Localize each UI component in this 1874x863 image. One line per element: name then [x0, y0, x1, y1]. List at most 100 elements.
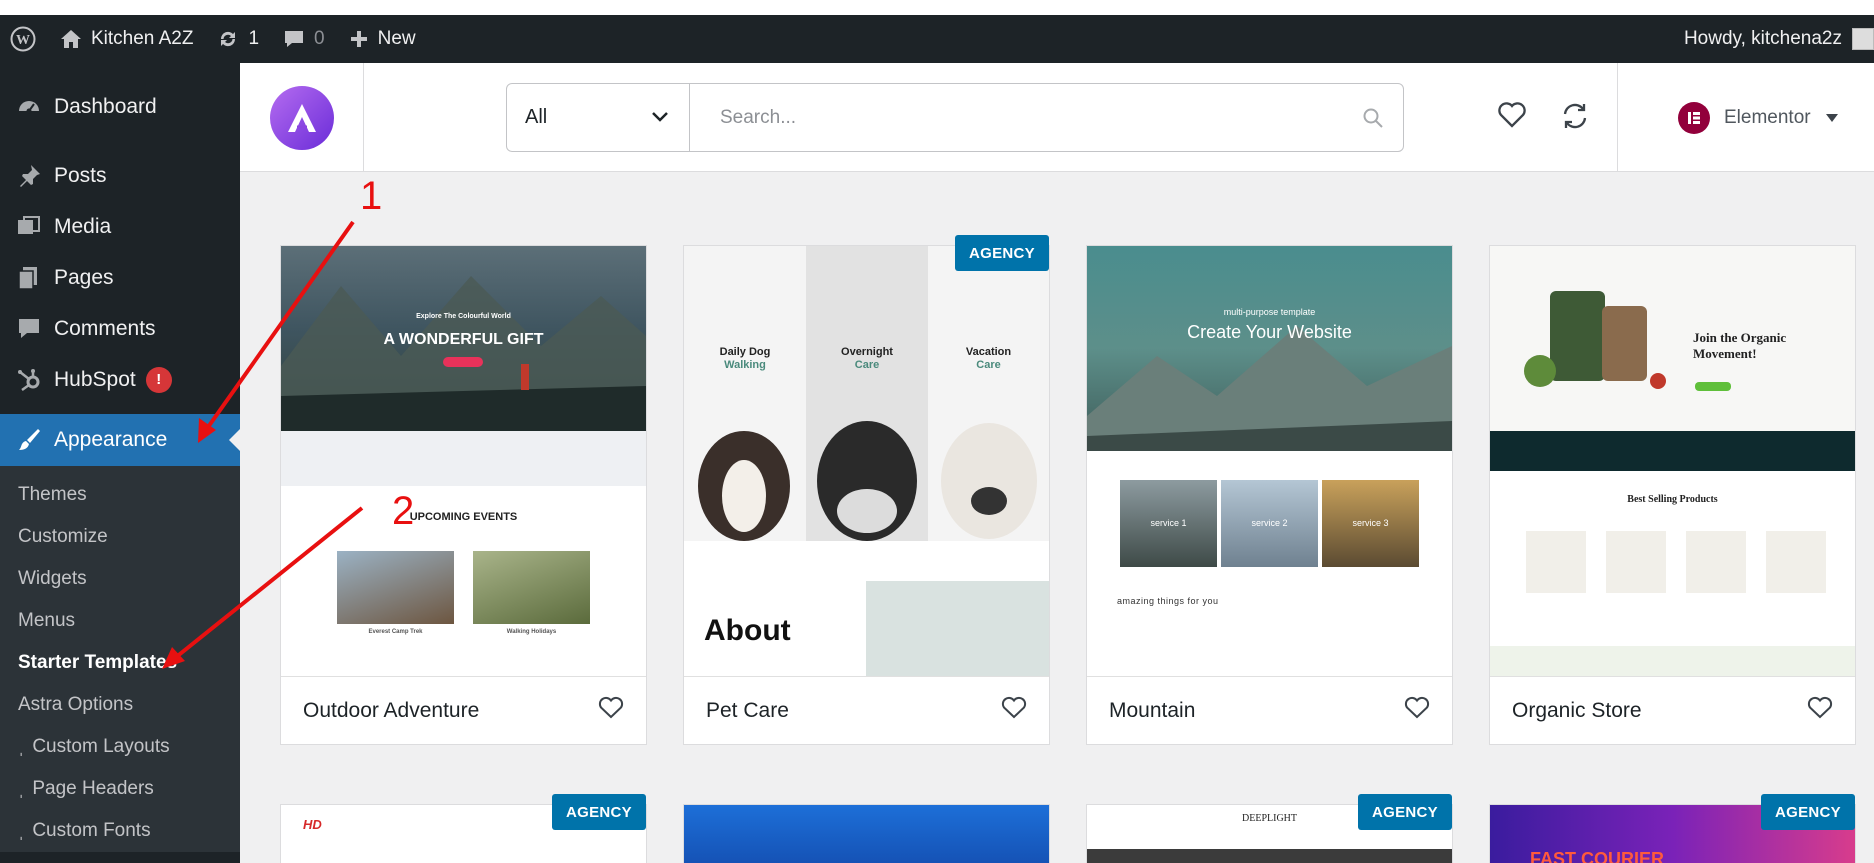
- elementor-icon: [1678, 101, 1710, 134]
- template-preview[interactable]: Explore The Colourful World A WONDERFUL …: [281, 246, 646, 676]
- product-4: [1766, 531, 1826, 593]
- preview-headline: A WONDERFUL GIFT: [383, 331, 544, 348]
- submenu-item-page-headers[interactable]: ˌ Page Headers: [0, 768, 240, 810]
- comment-icon: [14, 314, 44, 344]
- pet-col3-title: Vacation: [965, 346, 1012, 358]
- submenu-item-menus[interactable]: Menus: [0, 600, 240, 642]
- sidebar-item-label: HubSpot: [54, 367, 136, 391]
- pin-icon: [14, 161, 44, 191]
- submenu-item-customize[interactable]: Customize: [0, 516, 240, 558]
- organic-cta: [1695, 382, 1731, 391]
- template-card-organic-store[interactable]: Join the Organic Movement! Best Selling …: [1489, 245, 1856, 745]
- mountain-hero: [1087, 246, 1452, 451]
- template-card-row2-1[interactable]: HD AGENCY: [280, 794, 647, 863]
- sidebar-item-hubspot[interactable]: HubSpot !: [0, 354, 240, 405]
- testimonial-band: [281, 431, 646, 486]
- sidebar-item-pages[interactable]: Pages: [0, 252, 240, 303]
- template-card-row2-2[interactable]: [683, 804, 1050, 863]
- sidebar-item-dashboard[interactable]: Dashboard: [0, 81, 240, 132]
- page-builder-select[interactable]: Elementor: [1678, 63, 1839, 172]
- template-preview[interactable]: Daily Dog Walking Overnight Care Vacatio…: [684, 246, 1049, 676]
- sync-icon[interactable]: [1560, 101, 1590, 136]
- comment-icon: [283, 29, 305, 49]
- astra-logo-box: [240, 63, 364, 172]
- comments-link[interactable]: 0: [271, 15, 337, 63]
- pet-col2-title: Overnight: [841, 346, 893, 358]
- sidebar-item-appearance[interactable]: Appearance: [0, 414, 240, 466]
- submenu-item-themes[interactable]: Themes: [0, 474, 240, 516]
- submenu-item-custom-layouts[interactable]: ˌ Custom Layouts: [0, 726, 240, 768]
- hubspot-icon: [14, 365, 44, 395]
- template-card-row2-4[interactable]: FAST COURIER AGENCY: [1489, 794, 1856, 863]
- submenu-item-astra-options[interactable]: Astra Options: [0, 684, 240, 726]
- favorite-heart-icon[interactable]: [598, 696, 624, 726]
- new-content-link[interactable]: New: [337, 15, 428, 63]
- site-name-link[interactable]: Kitchen A2Z: [48, 15, 205, 63]
- comments-count: 0: [314, 28, 325, 49]
- sidebar-item-comments[interactable]: Comments: [0, 303, 240, 354]
- pet-col1-title: Daily Dog: [719, 346, 771, 358]
- submenu-item-widgets[interactable]: Widgets: [0, 558, 240, 600]
- submenu-label: Page Headers: [32, 778, 154, 799]
- favorite-heart-icon[interactable]: [1001, 696, 1027, 726]
- preview-headline: FAST COURIER: [1530, 849, 1665, 863]
- template-card-row2-3[interactable]: DEEPLIGHT AGENCY: [1086, 794, 1453, 863]
- template-preview[interactable]: Join the Organic Movement! Best Selling …: [1490, 246, 1855, 676]
- dogs-image: [684, 406, 1049, 541]
- wordpress-logo-button[interactable]: W: [0, 15, 48, 63]
- header-divider: [1617, 63, 1618, 172]
- favorites-heart-icon[interactable]: [1497, 101, 1527, 134]
- organic-section-title: Best Selling Products: [1627, 494, 1718, 505]
- admin-bar: W Kitchen A2Z 1 0 New Howdy, kitchena2z: [0, 0, 1874, 63]
- sidebar-item-posts[interactable]: Posts: [0, 150, 240, 201]
- sidebar-item-media[interactable]: Media: [0, 201, 240, 252]
- template-preview[interactable]: multi-purpose template Create Your Websi…: [1087, 246, 1452, 676]
- favorite-heart-icon[interactable]: [1807, 696, 1833, 726]
- media-icon: [14, 212, 44, 242]
- home-icon: [60, 29, 82, 49]
- service-label-3: service 3: [1352, 518, 1389, 528]
- template-preview[interactable]: [684, 805, 1049, 863]
- astra-logo[interactable]: [269, 85, 334, 150]
- preview-events-heading: UPCOMING EVENTS: [409, 511, 518, 523]
- avatar: [1852, 28, 1874, 50]
- appearance-submenu: Themes Customize Widgets Menus Starter T…: [0, 466, 240, 852]
- product-2: [1606, 531, 1666, 593]
- organic-headline: Join the Organic Movement!: [1693, 330, 1787, 361]
- submenu-item-starter-templates[interactable]: Starter Templates: [0, 642, 240, 684]
- sub-prefix: ˌ: [18, 736, 25, 757]
- service-label-1: service 1: [1150, 518, 1187, 528]
- organic-feature-band: [1490, 431, 1855, 471]
- service-label-2: service 2: [1251, 518, 1288, 528]
- template-card-mountain[interactable]: multi-purpose template Create Your Websi…: [1086, 245, 1453, 745]
- event-title-2: Walking Holidays: [506, 629, 557, 635]
- template-card-footer: Organic Store: [1490, 676, 1855, 744]
- sidebar-item-label: Comments: [54, 316, 156, 340]
- submenu-item-custom-fonts[interactable]: ˌ Custom Fonts: [0, 810, 240, 852]
- event-title-1: Everest Camp Trek: [368, 629, 423, 635]
- brush-icon: [14, 425, 44, 455]
- search-input[interactable]: [690, 84, 1343, 151]
- search-bar: All: [506, 83, 1404, 152]
- preview-hero-strip: [1087, 849, 1452, 863]
- mountain-kicker: multi-purpose template: [1223, 307, 1316, 317]
- template-card-pet-care[interactable]: Daily Dog Walking Overnight Care Vacatio…: [683, 235, 1050, 745]
- favorite-heart-icon[interactable]: [1404, 696, 1430, 726]
- plus-icon: [349, 29, 369, 49]
- page-builder-label: Elementor: [1724, 106, 1811, 128]
- template-name: Mountain: [1109, 698, 1196, 722]
- my-account-link[interactable]: Howdy, kitchena2z: [1672, 15, 1874, 63]
- category-select[interactable]: All: [507, 84, 690, 151]
- howdy-text: Howdy, kitchena2z: [1683, 28, 1842, 49]
- sub-prefix: ˌ: [18, 820, 25, 841]
- about-heading: About: [704, 614, 791, 647]
- agency-badge: AGENCY: [955, 235, 1049, 271]
- wordpress-icon: W: [10, 26, 36, 52]
- search-icon[interactable]: [1343, 84, 1403, 151]
- template-name: Organic Store: [1512, 698, 1642, 722]
- preview-logo: HD: [303, 817, 322, 832]
- sidebar-item-label: Pages: [54, 265, 114, 289]
- updates-link[interactable]: 1: [205, 15, 271, 63]
- template-card-outdoor-adventure[interactable]: Explore The Colourful World A WONDERFUL …: [280, 245, 647, 745]
- annotation-number-2: 2: [392, 489, 415, 533]
